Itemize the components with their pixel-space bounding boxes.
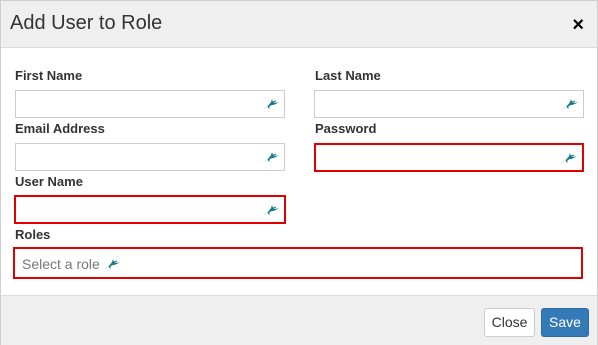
user-name-label: User Name — [15, 174, 83, 189]
autofill-icon[interactable] — [101, 257, 121, 271]
close-icon[interactable]: × — [572, 15, 584, 35]
roles-label: Roles — [15, 227, 51, 242]
autofill-icon[interactable] — [558, 151, 578, 165]
roles-placeholder: Select a role — [22, 256, 100, 272]
password-input[interactable] — [316, 145, 582, 170]
last-name-label: Last Name — [315, 68, 381, 83]
close-button[interactable]: Close — [484, 308, 535, 337]
autofill-icon[interactable] — [260, 150, 280, 164]
first-name-input[interactable] — [16, 91, 284, 117]
roles-select[interactable]: Select a role — [13, 247, 583, 279]
autofill-icon[interactable] — [559, 97, 579, 111]
dialog-title: Add User to Role — [10, 12, 163, 34]
last-name-input[interactable] — [315, 91, 583, 117]
password-label: Password — [315, 121, 377, 136]
user-name-input[interactable] — [16, 197, 284, 222]
password-field[interactable] — [314, 143, 584, 172]
autofill-icon[interactable] — [260, 97, 280, 111]
first-name-label: First Name — [15, 68, 83, 83]
dialog-footer: Close Save — [1, 295, 597, 345]
first-name-field[interactable] — [15, 90, 285, 118]
email-field[interactable] — [15, 143, 285, 171]
email-label: Email Address — [15, 121, 105, 136]
add-user-to-role-dialog: Add User to Role × First Name Last Name … — [0, 0, 598, 345]
email-input[interactable] — [16, 144, 284, 170]
last-name-field[interactable] — [314, 90, 584, 118]
dialog-header: Add User to Role × — [1, 1, 597, 48]
user-name-field[interactable] — [14, 195, 286, 224]
autofill-icon[interactable] — [260, 203, 280, 217]
save-button[interactable]: Save — [541, 308, 589, 337]
